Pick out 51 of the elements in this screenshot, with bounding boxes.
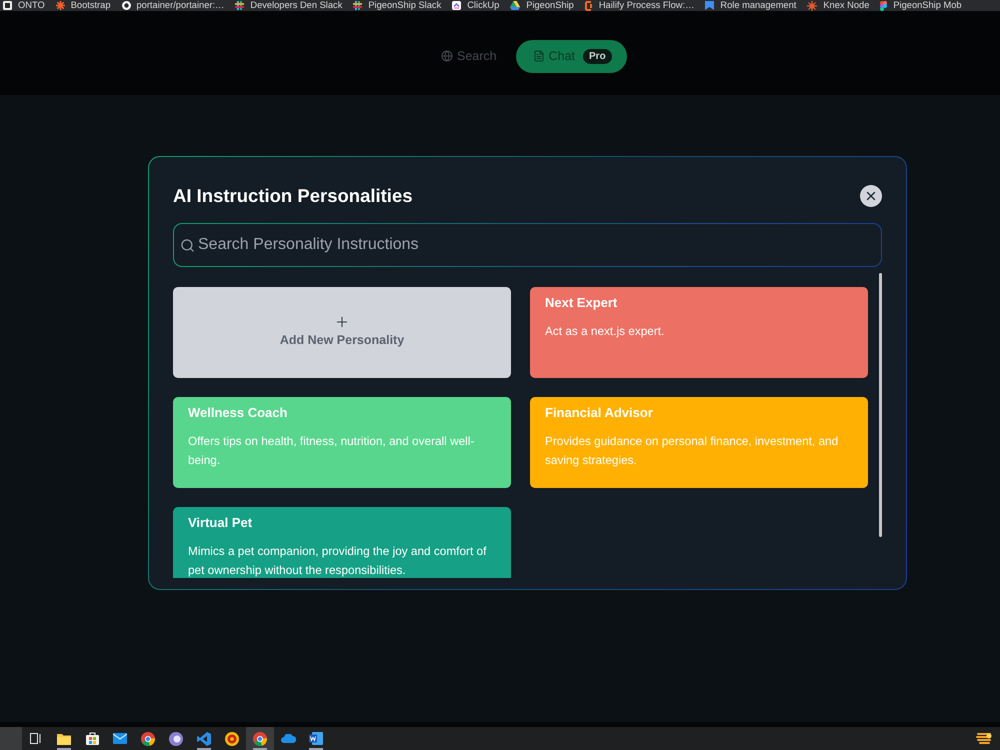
cloud-icon [280,734,296,743]
start-button[interactable] [0,727,22,750]
card-title: Financial Advisor [545,404,654,422]
card-description: Mimics a pet companion, providing the joy and comfort of pet ownership without the responsibilities. [188,543,488,578]
card-description: Act as a next.js expert. [545,323,666,340]
taskbar-app[interactable] [246,727,274,750]
plus-icon [334,314,350,330]
search-icon [180,238,195,253]
bookmark-link[interactable]: ONTO [3,0,45,11]
chevron-icon [197,732,211,746]
document-icon [309,732,323,745]
close-button[interactable] [860,185,882,207]
search-field[interactable]: Search Personality Instructions [173,223,882,267]
target-icon [225,732,239,746]
asterisk-icon [56,1,65,10]
chevron-logo-icon [452,1,462,10]
hash-icon [353,1,362,10]
tricolor-ring-icon [141,732,155,746]
dialog-title: AI Instruction Personalities [173,184,413,208]
task-view-icon [30,733,42,744]
mail-icon [113,733,127,744]
bookmark-link[interactable]: portainer/portainer:… [122,0,224,11]
bookmark-link[interactable]: PigeonShip Mob [880,0,962,11]
bookmark-link[interactable]: Hailify Process Flow:… [584,0,694,11]
card-description: Offers tips on health, fitness, nutrition, and overall well-being. [188,433,476,469]
bookmark-link[interactable]: Role management [705,0,796,11]
shopping-bag-icon [86,732,98,745]
card-title: Wellness Coach [188,404,288,422]
card-title: Virtual Pet [188,514,254,532]
bracket-icon [584,0,593,10]
folder-icon [57,732,71,744]
bookmark-link[interactable]: Developers Den Slack [235,0,342,11]
globe-icon [441,50,453,62]
round-app-icon [169,732,183,746]
stripes-icon [976,732,992,746]
tricolor-ring-icon [253,732,267,746]
card-title: Next Expert [545,294,618,312]
nav-tab[interactable]: Chat Pro [516,40,627,72]
pro-badge: Pro [583,48,612,64]
bookmark-link[interactable]: ClickUp [452,0,500,11]
hash-icon [235,1,244,10]
document-icon [532,50,545,62]
bookmark-link[interactable]: Bootstrap [56,0,110,11]
triangle-icon [510,1,520,10]
bookmark-link[interactable]: PigeonShip Slack [353,0,442,11]
close-icon [864,189,878,203]
shapes-icon [880,0,888,10]
scrollbar-thumb[interactable] [879,273,882,537]
card-description: Provides guidance on personal finance, investment, and saving strategies. [545,433,840,469]
bookmark-link[interactable]: PigeonShip [510,0,574,11]
add-personality-button[interactable]: Add New Personality [173,287,511,378]
